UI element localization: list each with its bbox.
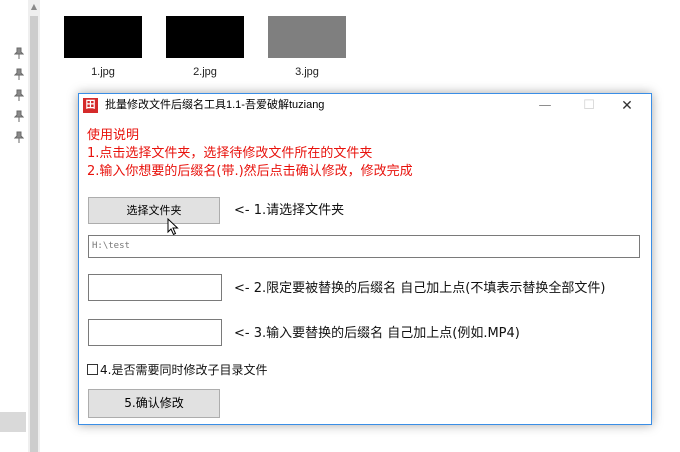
file-item[interactable]: 1.jpg [64,16,142,78]
pin-icon[interactable] [14,68,24,80]
target-extension-input[interactable] [88,319,222,346]
instructions-heading: 使用说明 [87,128,140,143]
instructions-line-2: 2.输入你想要的后缀名(带.)然后点击确认修改，修改完成 [87,164,413,179]
window-title: 批量修改文件后缀名工具1.1-吾爱破解tuziang [105,99,325,111]
maximize-button[interactable]: ☐ [569,94,609,118]
pin-icon[interactable] [14,131,24,143]
scrollbar-thumb[interactable] [30,16,38,452]
app-icon: 田 [83,98,98,113]
step2-hint: <- 2.限定要被替换的后缀名 自己加上点(不填表示替换全部文件) [234,281,606,296]
subdirectory-checkbox-label: 4.是否需要同时修改子目录文件 [100,362,268,377]
file-item[interactable]: 3.jpg [268,16,346,78]
step3-hint: <- 3.输入要替换的后缀名 自己加上点(例如.MP4) [234,326,520,341]
source-extension-input[interactable] [88,274,222,301]
file-thumbnail [64,16,142,58]
minimize-button[interactable]: — [525,94,565,118]
pin-icon[interactable] [14,47,24,59]
instructions-line-1: 1.点击选择文件夹，选择待修改文件所在的文件夹 [87,146,373,161]
nav-selected-item[interactable] [0,412,26,432]
step1-hint: <- 1.请选择文件夹 [234,203,345,218]
window-client-area: 使用说明 1.点击选择文件夹，选择待修改文件所在的文件夹 2.输入你想要的后缀名… [79,118,651,424]
confirm-button[interactable]: 5.确认修改 [88,389,220,418]
pin-icon[interactable] [14,89,24,101]
mouse-cursor-icon [167,217,179,240]
title-bar[interactable]: 田 批量修改文件后缀名工具1.1-吾爱破解tuziang — ☐ ✕ [79,94,651,118]
file-name: 1.jpg [91,66,115,78]
file-item[interactable]: 2.jpg [166,16,244,78]
select-folder-button[interactable]: 选择文件夹 [88,197,220,224]
file-thumbnail [268,16,346,58]
file-thumbnail [166,16,244,58]
close-button[interactable]: ✕ [607,94,647,118]
scroll-up-icon[interactable]: ▲ [28,0,40,14]
file-name: 2.jpg [193,66,217,78]
explorer-navigation-pane [0,0,28,452]
subdirectory-checkbox[interactable] [87,363,98,375]
pin-icon[interactable] [14,110,24,122]
file-name: 3.jpg [295,66,319,78]
subdirectory-option[interactable]: 4.是否需要同时修改子目录文件 [87,361,267,377]
rename-tool-window: 田 批量修改文件后缀名工具1.1-吾爱破解tuziang — ☐ ✕ 使用说明 … [78,93,652,425]
